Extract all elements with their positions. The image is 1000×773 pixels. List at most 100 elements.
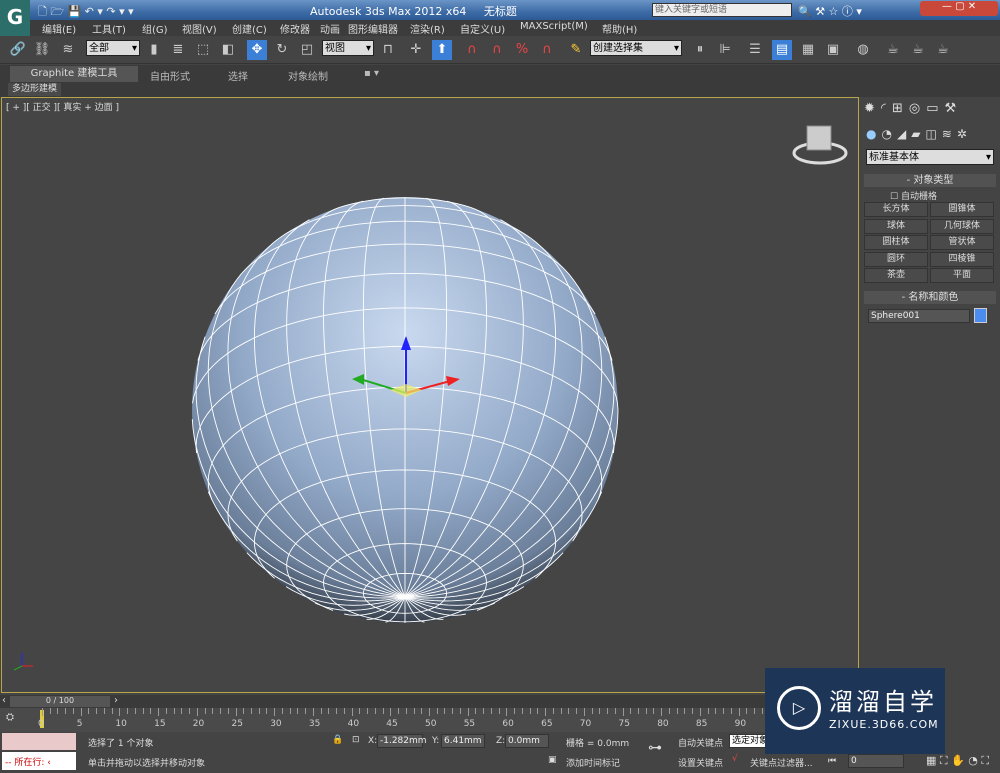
reference-coordinate-dropdown[interactable]: 视图 bbox=[322, 40, 374, 57]
pivot-center-icon[interactable]: ⊓ bbox=[378, 40, 398, 60]
keyboard-shortcut-icon[interactable]: ⬆ bbox=[432, 40, 452, 60]
menu-item[interactable]: 修改器 bbox=[280, 21, 310, 36]
maxscript-listener[interactable] bbox=[2, 733, 76, 750]
play-logo-icon: ▷ bbox=[777, 686, 821, 730]
create-3-button[interactable]: 球体 bbox=[864, 218, 928, 234]
ribbon-tab-object-paint[interactable]: 对象绘制 bbox=[288, 68, 328, 83]
menu-item[interactable]: 动画 bbox=[320, 21, 340, 36]
ribbon-tab-graphite[interactable]: Graphite 建模工具 bbox=[10, 66, 138, 82]
create-5-button[interactable]: 圆柱体 bbox=[864, 235, 928, 250]
create-category-icons[interactable]: ●◔◢▰◫≋✲ bbox=[866, 127, 972, 141]
create-1-button[interactable]: 长方体 bbox=[864, 202, 928, 217]
angle-snap-icon[interactable]: ∩ bbox=[487, 40, 507, 60]
mirror-icon[interactable]: ⏸ bbox=[690, 40, 710, 60]
render-production-icon[interactable]: ☕ bbox=[933, 40, 953, 60]
selection-filter-dropdown[interactable]: 全部 bbox=[86, 40, 140, 57]
select-scale-icon[interactable]: ◰ bbox=[297, 40, 317, 60]
create-6-button[interactable]: 管状体 bbox=[930, 235, 994, 250]
create-10-button[interactable]: 平面 bbox=[930, 268, 994, 283]
time-slider[interactable]: ‹ 0 / 100 › bbox=[0, 695, 860, 708]
add-time-tag[interactable]: 添加时间标记 bbox=[566, 756, 620, 769]
select-manipulate-icon[interactable]: ✛ bbox=[406, 40, 426, 60]
x-coordinate-input[interactable]: -1.282mm bbox=[377, 734, 427, 748]
tick-label: 40 bbox=[347, 719, 360, 729]
schematic-view-icon[interactable]: ▣ bbox=[823, 40, 843, 60]
mini-curve-editor-icon[interactable]: ⛭ bbox=[6, 712, 14, 723]
material-editor-icon[interactable]: ◍ bbox=[853, 40, 873, 60]
menu-item[interactable]: 创建(C) bbox=[232, 21, 267, 36]
menu-item[interactable]: 视图(V) bbox=[182, 21, 217, 36]
motion-tab-icon: ◎ bbox=[908, 101, 927, 116]
bind-spacewarp-icon[interactable]: ≋ bbox=[58, 40, 78, 60]
percent-snap-icon[interactable]: % bbox=[512, 40, 532, 60]
object-color-swatch[interactable] bbox=[974, 308, 987, 323]
create-8-button[interactable]: 四棱锥 bbox=[930, 251, 994, 267]
name-color-rollout-header[interactable]: - 名称和颜色 bbox=[864, 291, 996, 304]
key-filters-button[interactable]: 关键点过滤器... bbox=[750, 756, 813, 769]
menu-item[interactable]: 自定义(U) bbox=[460, 21, 505, 36]
tick-label: 65 bbox=[541, 719, 553, 729]
unlink-icon[interactable]: ⛓ bbox=[32, 40, 52, 60]
viewport-front[interactable]: [ + ][ 正交 ][ 真实 + 边面 ] bbox=[1, 97, 859, 693]
layer-manager-icon[interactable]: ☰ bbox=[745, 40, 765, 60]
command-panel-tabs[interactable]: ✹◜⊞◎▭⚒ bbox=[864, 101, 962, 116]
autogrid-checkbox[interactable]: ☐ 自动栅格 bbox=[890, 189, 937, 202]
key-mode-dropdown[interactable]: 选定对象 bbox=[729, 734, 769, 748]
maxscript-line[interactable]: -- 所在行: ‹ bbox=[2, 752, 76, 770]
create-2-button[interactable]: 圆锥体 bbox=[930, 202, 994, 217]
help-icons[interactable]: 🔍 ⚒ ☆ ⓘ ▾ bbox=[798, 3, 862, 19]
window-crossing-icon[interactable]: ◧ bbox=[218, 40, 238, 60]
timeline-ruler[interactable]: ⛭ 0 5 10 15 20 25 30 35 40 45 50 55 60 65 70 75 80 85 90 bbox=[0, 708, 860, 732]
create-9-button[interactable]: 茶壶 bbox=[864, 268, 928, 283]
object-name-input[interactable]: Sphere001 bbox=[868, 309, 970, 323]
align-icon[interactable]: ⊫ bbox=[715, 40, 735, 60]
lock-icon[interactable]: 🔒 bbox=[332, 735, 343, 745]
menu-item[interactable]: 图形编辑器 bbox=[348, 21, 398, 36]
snap-toggle-icon[interactable]: ∩ bbox=[462, 40, 482, 60]
time-slider-thumb[interactable]: 0 / 100 bbox=[10, 696, 110, 707]
menu-item[interactable]: MAXScript(M) bbox=[520, 21, 588, 32]
graphite-toggle-icon[interactable]: ▤ bbox=[772, 40, 792, 60]
create-7-button[interactable]: 圆环 bbox=[864, 251, 928, 267]
menu-item[interactable]: 工具(T) bbox=[92, 21, 126, 36]
select-object-icon[interactable]: ▮ bbox=[144, 40, 164, 60]
set-key-button[interactable]: 设置关键点 bbox=[678, 756, 723, 769]
rendered-frame-icon[interactable]: ☕ bbox=[908, 40, 928, 60]
link-icon[interactable]: 🔗 bbox=[8, 40, 28, 60]
menu-item[interactable]: 组(G) bbox=[142, 21, 168, 36]
time-tag-icon[interactable]: ▣ bbox=[548, 755, 557, 765]
search-input[interactable]: 键入关键字或短语 bbox=[652, 3, 792, 17]
viewcube[interactable] bbox=[792, 125, 848, 165]
edit-named-selection-icon[interactable]: ✎ bbox=[566, 40, 586, 60]
named-selection-dropdown[interactable]: 创建选择集 bbox=[590, 40, 682, 57]
auto-key-button[interactable]: 自动关键点 bbox=[678, 736, 723, 749]
curve-editor-icon[interactable]: ▦ bbox=[798, 40, 818, 60]
set-key-icon[interactable]: ⊶ bbox=[648, 740, 662, 756]
y-coordinate-input[interactable]: 6.41mm bbox=[441, 734, 485, 748]
rect-selection-icon[interactable]: ⬚ bbox=[193, 40, 213, 60]
render-setup-icon[interactable]: ☕ bbox=[883, 40, 903, 60]
time-config-icon[interactable]: ⏮ bbox=[828, 756, 836, 766]
menu-item[interactable]: 渲染(R) bbox=[410, 21, 445, 36]
select-by-name-icon[interactable]: ≣ bbox=[168, 40, 188, 60]
ribbon-tab-selection[interactable]: 选择 bbox=[228, 68, 248, 83]
select-rotate-icon[interactable]: ↻ bbox=[272, 40, 292, 60]
select-move-icon[interactable]: ✥ bbox=[247, 40, 267, 60]
menu-item[interactable]: 编辑(E) bbox=[42, 21, 76, 36]
viewport-navigation-icons[interactable]: ▦ ⛶ ✋ ◔ ⛶ bbox=[926, 754, 989, 768]
window-controls[interactable]: — ▢ ✕ bbox=[920, 1, 998, 16]
app-logo[interactable]: G bbox=[0, 0, 30, 36]
create-4-button[interactable]: 几何球体 bbox=[930, 218, 994, 234]
ribbon-options-icon[interactable]: ▪ ▾ bbox=[364, 68, 379, 79]
primitive-type-dropdown[interactable]: 标准基本体 bbox=[866, 149, 994, 166]
menu-item[interactable]: 帮助(H) bbox=[602, 21, 637, 36]
polygon-modeling-panel[interactable]: 多边形建模 bbox=[8, 83, 62, 96]
object-type-rollout-header[interactable]: - 对象类型 bbox=[864, 174, 996, 187]
z-coordinate-input[interactable]: 0.0mm bbox=[505, 734, 549, 748]
spinner-snap-icon[interactable]: ∩ bbox=[537, 40, 557, 60]
tick-mark bbox=[289, 708, 291, 714]
geometry-icon: ● bbox=[866, 127, 882, 141]
current-frame-input[interactable]: 0 bbox=[848, 754, 904, 768]
ribbon-tab-freeform[interactable]: 自由形式 bbox=[150, 68, 190, 83]
absolute-mode-icon[interactable]: ⊡ bbox=[352, 735, 360, 745]
